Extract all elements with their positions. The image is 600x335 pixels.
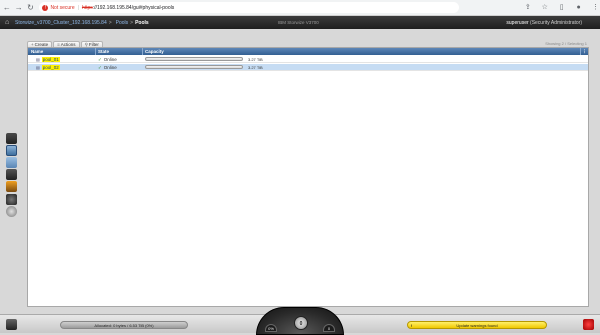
- pool-capacity-cell: 3.27 TiB: [143, 64, 588, 70]
- column-menu-icon[interactable]: ⋮: [580, 48, 588, 55]
- profile-icon[interactable]: ●: [574, 3, 583, 13]
- capacity-bar: [145, 65, 243, 69]
- pools-grid: Name State Capacity ⋮ ▤ pool_01 ✓ Online …: [27, 47, 589, 307]
- pool-state-cell: ✓ Online: [96, 64, 143, 70]
- online-check-icon: ✓: [98, 57, 102, 62]
- dial-center: 0: [294, 316, 308, 330]
- showing-count: Showing 2 / Selecting 1: [545, 41, 587, 46]
- dial-gauge-right: 0: [323, 324, 335, 332]
- pool-icon: ▤: [36, 56, 40, 62]
- pool-capacity-cell: 3.27 TiB: [143, 56, 588, 62]
- table-row[interactable]: ▤ pool_01 ✓ Online 3.27 TiB: [28, 56, 588, 63]
- pool-state: Online: [103, 65, 117, 70]
- column-header-name[interactable]: Name: [28, 48, 96, 55]
- forward-arrow-icon[interactable]: →: [14, 2, 24, 13]
- hosts-icon[interactable]: [6, 169, 17, 180]
- copy-services-icon[interactable]: [6, 181, 17, 192]
- breadcrumb-cluster[interactable]: Storwize_v3700_Cluster_192.168.195.84: [15, 20, 107, 26]
- status-bar: Allocated: 0 bytes / 6.53 TiB (0%) 0% 0 …: [0, 307, 600, 335]
- grid-header: Name State Capacity ⋮: [28, 48, 588, 55]
- back-arrow-icon[interactable]: ←: [2, 2, 12, 13]
- reload-icon[interactable]: ↻: [26, 2, 36, 13]
- address-bar[interactable]: ! Not secure | https ://192.168.195.84/g…: [39, 2, 460, 13]
- warning-icon: !: [42, 4, 49, 11]
- user-menu[interactable]: superuser (Security Administrator): [506, 20, 582, 26]
- user-name: superuser: [506, 20, 529, 26]
- security-status[interactable]: Not secure: [50, 5, 74, 11]
- settings-gear-icon[interactable]: [6, 206, 17, 217]
- user-role: (Security Administrator): [530, 20, 582, 26]
- bookmark-star-icon[interactable]: ☆: [540, 3, 549, 13]
- url-scheme: https: [81, 4, 93, 11]
- breadcrumb-current: Pools: [135, 19, 149, 26]
- menu-icon[interactable]: ⋮: [591, 3, 600, 13]
- performance-dial[interactable]: 0% 0 0: [256, 307, 344, 335]
- column-header-state[interactable]: State: [96, 48, 143, 55]
- url-path: ://192.168.195.84/gui#physical-pools: [92, 4, 175, 11]
- capacity-text: 3.27 TiB: [248, 56, 263, 62]
- pool-state: Online: [103, 57, 117, 62]
- alert-text: Update warnings found: [456, 323, 498, 328]
- alert-status-indicator[interactable]: ! Update warnings found: [407, 321, 547, 329]
- home-icon[interactable]: ⌂: [5, 19, 13, 27]
- share-icon[interactable]: ⇪: [523, 3, 532, 13]
- pool-name: pool_01: [41, 56, 60, 62]
- system-health-icon[interactable]: [583, 319, 594, 330]
- pools-icon[interactable]: [6, 145, 17, 156]
- online-check-icon: ✓: [98, 65, 102, 70]
- alert-icon: !: [411, 323, 413, 328]
- capacity-bar: [145, 57, 243, 61]
- table-row-selected[interactable]: ▤ pool_02 ✓ Online 3.27 TiB: [28, 64, 588, 71]
- column-header-capacity[interactable]: Capacity: [143, 48, 580, 55]
- pool-state-cell: ✓ Online: [96, 56, 143, 62]
- pool-name-cell: ▤ pool_01: [28, 56, 96, 62]
- access-icon[interactable]: [6, 194, 17, 205]
- breadcrumb-separator: >: [108, 19, 112, 26]
- allocated-capacity-indicator[interactable]: Allocated: 0 bytes / 6.53 TiB (0%): [60, 321, 188, 329]
- breadcrumb-pools[interactable]: Pools: [116, 20, 129, 26]
- browser-toolbar: ← → ↻ ! Not secure | https ://192.168.19…: [0, 0, 600, 16]
- dial-gauge-left: 0%: [265, 324, 277, 332]
- side-panel-icon[interactable]: ▯: [557, 3, 566, 13]
- pool-icon: ▤: [36, 64, 40, 70]
- monitoring-icon[interactable]: [6, 133, 17, 144]
- tasks-icon[interactable]: [6, 319, 17, 330]
- breadcrumb-separator: >: [130, 19, 134, 26]
- product-name: IBM Storwize V3700: [278, 20, 319, 25]
- app-header: ⌂ Storwize_v3700_Cluster_192.168.195.84 …: [0, 16, 600, 29]
- pool-name-cell: ▤ pool_02: [28, 64, 96, 70]
- capacity-text: 3.27 TiB: [248, 64, 263, 70]
- pool-name: pool_02: [41, 64, 60, 70]
- address-separator: |: [77, 4, 79, 11]
- volumes-icon[interactable]: [6, 157, 17, 168]
